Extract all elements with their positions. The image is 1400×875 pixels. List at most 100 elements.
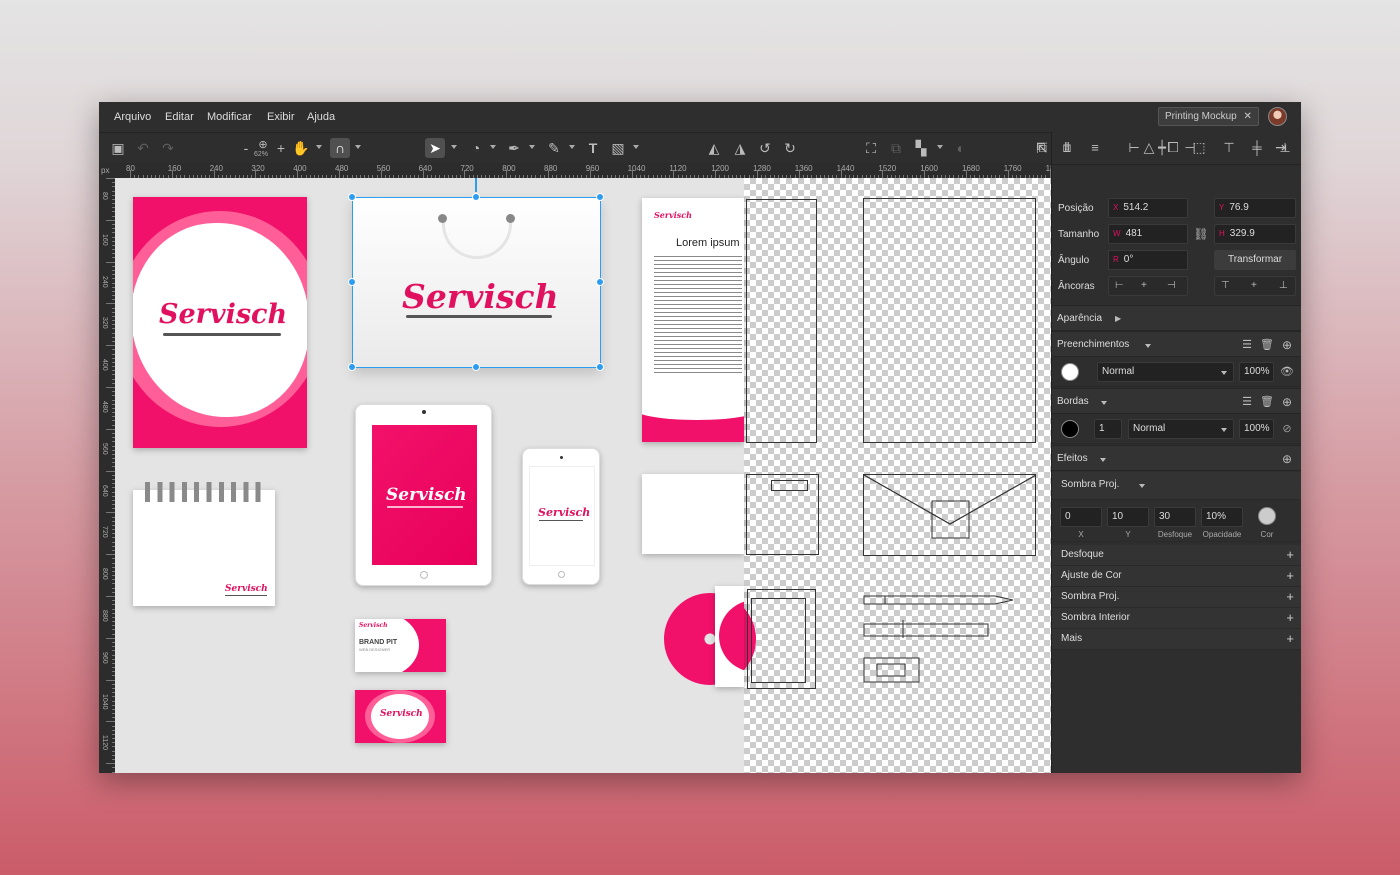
rotate-right-icon[interactable]: ↻ (780, 138, 800, 158)
flip-horizontal-icon[interactable]: ◭ (704, 138, 724, 158)
effects-section-header[interactable]: Efeitos ⊕ (1052, 445, 1301, 471)
undo-icon[interactable]: ↶ (133, 138, 153, 158)
eye-hidden-icon[interactable]: ⊘ (1278, 420, 1296, 438)
resize-handle-se[interactable] (596, 363, 604, 371)
zoom-in-button[interactable]: + (271, 138, 291, 158)
plus-icon[interactable]: + (1286, 547, 1294, 562)
resize-handle-w[interactable] (348, 278, 356, 286)
fill-opacity-field[interactable]: 100% (1239, 362, 1274, 382)
effect-blur-row[interactable]: Desfoque + (1052, 545, 1301, 566)
letterhead-mockup[interactable]: Servisch Lorem ipsum (642, 198, 744, 442)
chevron-down-icon[interactable] (451, 145, 457, 149)
document-tab[interactable]: Printing Mockup ✕ (1158, 107, 1259, 126)
chevron-down-icon[interactable] (937, 145, 943, 149)
crop-icon[interactable]: ⬚ (1189, 137, 1209, 157)
position-x-field[interactable]: X 514.2 (1108, 198, 1188, 218)
align-middle-icon[interactable]: ╪ (1248, 139, 1266, 157)
plus-icon[interactable]: + (1286, 589, 1294, 604)
border-width-field[interactable]: 1 (1094, 419, 1122, 439)
resize-handle-n[interactable] (472, 193, 480, 201)
shadow-opacity-field[interactable]: 10% (1201, 507, 1243, 527)
group-icon[interactable]: ⛶ (861, 138, 881, 158)
envelope-mockup[interactable] (642, 474, 744, 554)
fill-blend-select[interactable]: Normal (1097, 362, 1234, 382)
pencil-tool-icon[interactable]: ✎ (544, 138, 564, 158)
image-tool-icon[interactable]: ▧ (608, 138, 628, 158)
rotate-left-icon[interactable]: ↺ (755, 138, 775, 158)
chevron-down-icon[interactable] (355, 145, 361, 149)
business-card-front[interactable]: Servisch (355, 690, 446, 743)
plus-icon[interactable]: + (1286, 610, 1294, 625)
menu-ajuda[interactable]: Ajuda (307, 111, 335, 123)
appearance-section[interactable]: Aparência ▶ (1052, 305, 1301, 331)
drop-shadow-header[interactable]: Sombra Proj. (1052, 472, 1301, 500)
arrange-front-icon[interactable]: ⧈ (1057, 137, 1077, 157)
resize-handle-ne[interactable] (596, 193, 604, 201)
avatar[interactable] (1268, 107, 1287, 126)
effect-drop-shadow-row[interactable]: Sombra Proj. + (1052, 587, 1301, 608)
chevron-down-icon[interactable] (316, 145, 322, 149)
anchor-right-icon[interactable]: ⊣ (1167, 277, 1176, 295)
effect-color-adjust-row[interactable]: Ajuste de Cor + (1052, 566, 1301, 587)
trash-icon[interactable]: 🗑 (1258, 336, 1276, 354)
anchor-left-icon[interactable]: ⊢ (1115, 277, 1124, 295)
effect-more-row[interactable]: Mais + (1052, 629, 1301, 650)
chevron-down-icon[interactable] (529, 145, 535, 149)
snap-magnet-icon[interactable]: ∩ (330, 138, 350, 158)
chevron-down-icon[interactable] (569, 145, 575, 149)
mask-icon[interactable]: ◐ (951, 138, 971, 158)
share-icon[interactable]: ⇥ (1271, 137, 1291, 157)
boolean-icon[interactable]: △ (1139, 137, 1159, 157)
eye-icon[interactable]: 👁 (1278, 363, 1296, 381)
flip-vertical-icon[interactable]: ◮ (730, 138, 750, 158)
shape-tool-icon[interactable]: ◔ (466, 138, 486, 158)
settings-sliders-icon[interactable]: ☰ (1238, 336, 1256, 354)
distribute-vertical-icon[interactable]: ≡ (1086, 139, 1104, 157)
border-opacity-field[interactable]: 100% (1239, 419, 1274, 439)
cd-sleeve-mockup[interactable] (715, 586, 744, 687)
link-proportions-icon[interactable]: ⛓ (1192, 225, 1210, 243)
angle-field[interactable]: R 0° (1108, 250, 1188, 270)
anchor-top-icon[interactable]: ⊤ (1221, 277, 1230, 295)
shadow-x-field[interactable]: 0 (1060, 507, 1102, 527)
resize-handle-e[interactable] (596, 278, 604, 286)
border-color-swatch[interactable] (1061, 420, 1079, 438)
add-icon[interactable]: ⊕ (1278, 393, 1296, 411)
align-top-icon[interactable]: ⊤ (1220, 139, 1238, 157)
add-icon[interactable]: ⊕ (1278, 450, 1296, 468)
flatten-icon[interactable]: ⧠ (1163, 137, 1183, 157)
menu-arquivo[interactable]: Arquivo (114, 111, 151, 123)
pen-tool-icon[interactable]: ✒ (504, 138, 524, 158)
fill-color-swatch[interactable] (1061, 363, 1079, 381)
pointer-tool-icon[interactable]: ➤ (425, 138, 445, 158)
tablet-mockup[interactable]: Servisch (355, 404, 492, 586)
resize-handle-sw[interactable] (348, 363, 356, 371)
resize-handle-nw[interactable] (348, 193, 356, 201)
notebook-mockup[interactable]: Servisch (133, 490, 275, 606)
plus-icon[interactable]: + (1286, 631, 1294, 646)
arrange-back-icon[interactable]: ⧉ (1032, 137, 1052, 157)
canvas[interactable]: Servisch Servisch Servisch Lorem ipsum S… (115, 178, 1051, 773)
anchor-center-icon[interactable]: + (1141, 277, 1147, 295)
plus-icon[interactable]: + (1286, 568, 1294, 583)
text-tool-icon[interactable]: T (583, 138, 603, 158)
fills-section-header[interactable]: Preenchimentos ☰ 🗑 ⊕ (1052, 331, 1301, 357)
height-field[interactable]: H 329.9 (1214, 224, 1296, 244)
menu-exibir[interactable]: Exibir (267, 111, 295, 123)
ungroup-icon[interactable]: ⧉ (886, 138, 906, 158)
trash-icon[interactable]: 🗑 (1258, 393, 1276, 411)
phone-mockup[interactable]: Servisch (522, 448, 600, 585)
poster-mockup[interactable]: Servisch (133, 197, 307, 448)
shadow-y-field[interactable]: 10 (1107, 507, 1149, 527)
anchor-bottom-icon[interactable]: ⊥ (1279, 277, 1288, 295)
shadow-color-swatch[interactable] (1258, 507, 1276, 525)
chevron-down-icon[interactable] (633, 145, 639, 149)
menu-modificar[interactable]: Modificar (207, 111, 252, 123)
position-y-field[interactable]: Y 76.9 (1214, 198, 1296, 218)
width-field[interactable]: W 481 (1108, 224, 1188, 244)
chevron-down-icon[interactable] (490, 145, 496, 149)
close-icon[interactable]: ✕ (1243, 111, 1251, 122)
shadow-blur-field[interactable]: 30 (1154, 507, 1196, 527)
arrange-icon[interactable]: ▚ (911, 138, 931, 158)
effect-inner-shadow-row[interactable]: Sombra Interior + (1052, 608, 1301, 629)
